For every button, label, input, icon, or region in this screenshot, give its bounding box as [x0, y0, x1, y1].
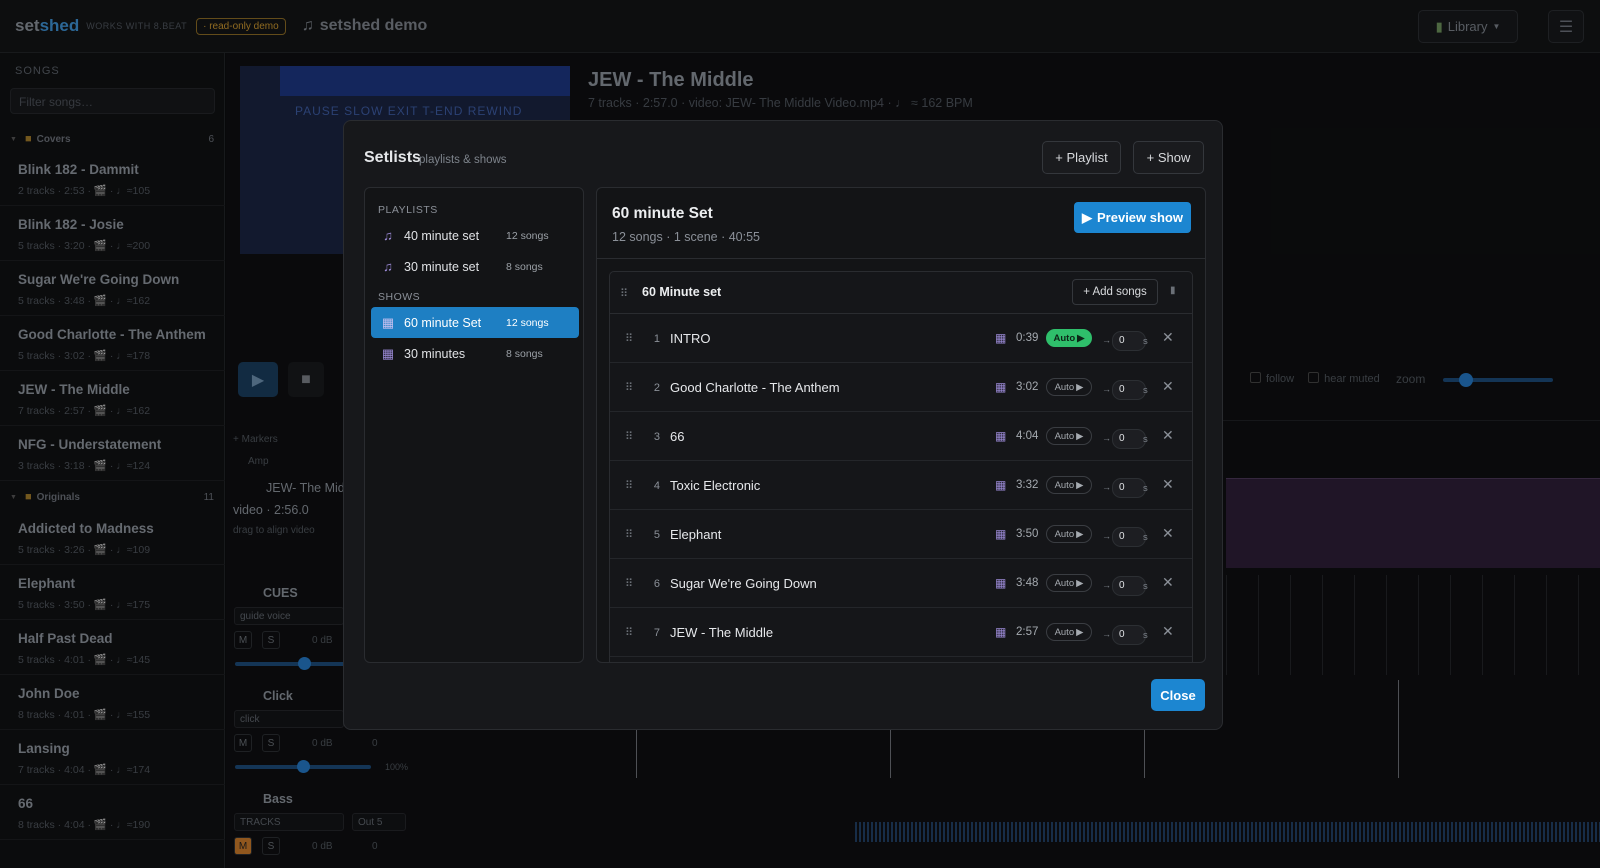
setlist-list-panel: PLAYLISTS ♫ 40 minute set 12 songs ♫ 30 min… [364, 187, 584, 663]
gap-seconds-input[interactable]: 0 [1112, 380, 1146, 400]
playlist-item[interactable]: ♫ 30 minute set 8 songs [371, 251, 579, 282]
drag-handle-icon[interactable]: ⠿ [625, 577, 633, 590]
setlist-row[interactable]: ⠿ 5 Elephant ▦ 3:50 Auto ▶ → 0 s ✕ [610, 510, 1192, 559]
music-note-icon: ♫ [383, 228, 393, 243]
scene-name[interactable]: 60 Minute set [642, 285, 721, 299]
play-icon: ▶ [1082, 209, 1092, 225]
play-icon: ▶ [1076, 528, 1084, 540]
add-show-button[interactable]: + Show [1133, 141, 1204, 174]
drag-handle-icon[interactable]: ⠿ [625, 332, 633, 345]
add-playlist-button[interactable]: + Playlist [1042, 141, 1121, 174]
auto-advance-toggle[interactable]: Auto ▶ [1046, 329, 1092, 347]
gap-seconds-input[interactable]: 0 [1112, 429, 1146, 449]
play-icon: ▶ [1077, 332, 1085, 344]
setlists-modal: Setlists playlists & shows + Playlist + … [343, 120, 1223, 730]
playlist-item[interactable]: ♫ 40 minute set 12 songs [371, 220, 579, 251]
drag-handle-icon[interactable]: ⠿ [625, 479, 633, 492]
drag-handle-icon[interactable]: ⠿ [620, 287, 628, 300]
play-icon: ▶ [1076, 626, 1084, 638]
remove-icon[interactable]: ✕ [1162, 476, 1174, 493]
remove-icon[interactable]: ✕ [1162, 378, 1174, 395]
music-note-icon: ♫ [383, 259, 393, 274]
show-item[interactable]: ▦ 60 minute Set 12 songs [371, 307, 579, 338]
clapperboard-icon: ▦ [381, 314, 395, 330]
remove-icon[interactable]: ✕ [1162, 525, 1174, 542]
setlist-row[interactable]: ⠿ 4 Toxic Electronic ▦ 3:32 Auto ▶ → 0 s … [610, 461, 1192, 510]
clapperboard-icon: ▦ [381, 345, 395, 361]
setlist-row[interactable]: ⠿ 7 JEW - The Middle ▦ 2:57 Auto ▶ → 0 s … [610, 608, 1192, 657]
auto-advance-toggle[interactable]: Auto ▶ [1046, 378, 1092, 396]
play-icon: ▶ [1076, 479, 1084, 491]
remove-icon[interactable]: ✕ [1162, 623, 1174, 640]
setlist-summary: 12 songs · 1 scene · 40:55 [612, 230, 761, 244]
scene-header: ⠿ 60 Minute set + Add songs ▮ [610, 272, 1192, 314]
arrow-right-icon: → [1102, 580, 1111, 590]
gap-seconds-input[interactable]: 0 [1112, 478, 1146, 498]
gap-seconds-input[interactable]: 0 [1112, 527, 1146, 547]
trash-icon[interactable]: ▮ [1170, 285, 1176, 296]
setlist-row[interactable]: ⠿ 6 Sugar We're Going Down ▦ 3:48 Auto ▶ … [610, 559, 1192, 608]
play-icon: ▶ [1076, 381, 1084, 393]
modal-subtitle: playlists & shows [419, 154, 507, 166]
clapperboard-icon: ▦ [995, 527, 1007, 541]
clapperboard-icon: ▦ [995, 331, 1007, 345]
auto-advance-toggle[interactable]: Auto ▶ [1046, 525, 1092, 543]
clapperboard-icon: ▦ [995, 478, 1007, 492]
setlist-row[interactable]: ⠿ 1 INTRO ▦ 0:39 Auto ▶ → 0 s ✕ [610, 314, 1192, 363]
scene-box: ⠿ 60 Minute set + Add songs ▮ ⠿ 1 INTRO … [609, 271, 1193, 662]
playlists-header: PLAYLISTS [378, 204, 438, 216]
remove-icon[interactable]: ✕ [1162, 574, 1174, 591]
setlist-row[interactable]: ⠿ 3 66 ▦ 4:04 Auto ▶ → 0 s ✕ [610, 412, 1192, 461]
remove-icon[interactable]: ✕ [1162, 329, 1174, 346]
setlist-detail-panel: 60 minute Set 12 songs · 1 scene · 40:55… [596, 187, 1206, 663]
auto-advance-toggle[interactable]: Auto ▶ [1046, 427, 1092, 445]
setlist-row[interactable]: ⠿ 2 Good Charlotte - The Anthem ▦ 3:02 A… [610, 363, 1192, 412]
shows-header: SHOWS [378, 291, 421, 303]
gap-seconds-input[interactable]: 0 [1112, 625, 1146, 645]
clapperboard-icon: ▦ [995, 625, 1007, 639]
gap-seconds-input[interactable]: 0 [1112, 331, 1146, 351]
add-songs-button[interactable]: + Add songs [1072, 279, 1158, 305]
play-icon: ▶ [1076, 577, 1084, 589]
auto-advance-toggle[interactable]: Auto ▶ [1046, 574, 1092, 592]
arrow-right-icon: → [1102, 629, 1111, 639]
drag-handle-icon[interactable]: ⠿ [625, 626, 633, 639]
close-button[interactable]: Close [1151, 679, 1205, 711]
auto-advance-toggle[interactable]: Auto ▶ [1046, 476, 1092, 494]
arrow-right-icon: → [1102, 482, 1111, 492]
show-item[interactable]: ▦ 30 minutes 8 songs [371, 338, 579, 369]
arrow-right-icon: → [1102, 335, 1111, 345]
modal-title: Setlists [364, 149, 421, 166]
clapperboard-icon: ▦ [995, 380, 1007, 394]
arrow-right-icon: → [1102, 531, 1111, 541]
auto-advance-toggle[interactable]: Auto ▶ [1046, 623, 1092, 641]
drag-handle-icon[interactable]: ⠿ [625, 381, 633, 394]
setlist-title: 60 minute Set [612, 205, 713, 222]
clapperboard-icon: ▦ [995, 576, 1007, 590]
remove-icon[interactable]: ✕ [1162, 427, 1174, 444]
drag-handle-icon[interactable]: ⠿ [625, 528, 633, 541]
clapperboard-icon: ▦ [995, 429, 1007, 443]
preview-show-button[interactable]: ▶ Preview show [1074, 202, 1191, 233]
play-icon: ▶ [1076, 430, 1084, 442]
drag-handle-icon[interactable]: ⠿ [625, 430, 633, 443]
arrow-right-icon: → [1102, 384, 1111, 394]
gap-seconds-input[interactable]: 0 [1112, 576, 1146, 596]
arrow-right-icon: → [1102, 433, 1111, 443]
